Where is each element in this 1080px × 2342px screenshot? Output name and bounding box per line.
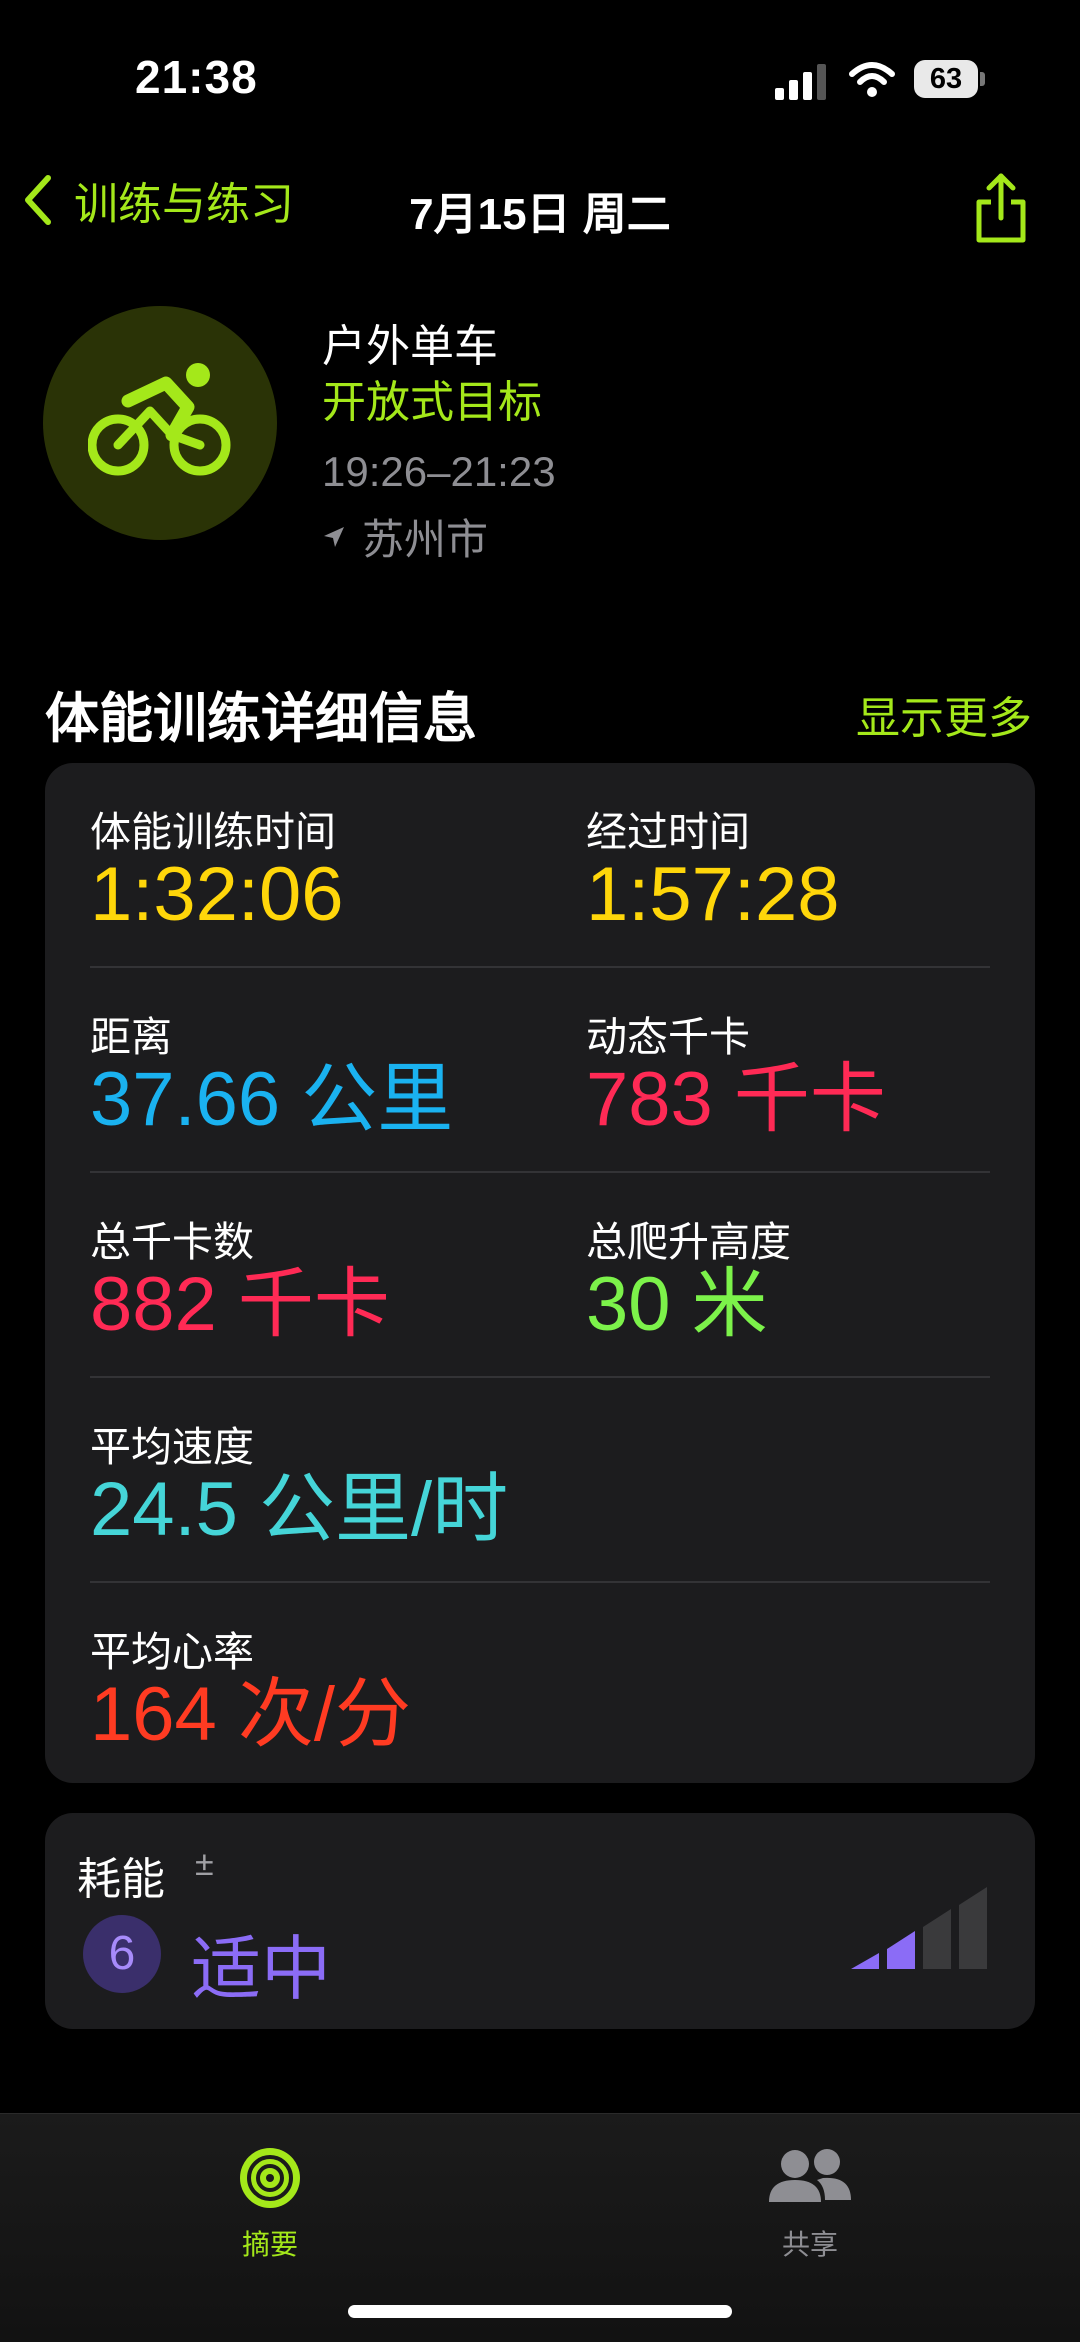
tab-summary[interactable]: 摘要 — [170, 2132, 370, 2263]
metric-label: 动态千卡 — [586, 1014, 750, 1060]
divider — [90, 1171, 990, 1173]
effort-label: 耗能 — [77, 1855, 165, 1904]
workout-type-badge — [43, 306, 277, 540]
metric-value: 783 千卡 — [586, 1057, 886, 1142]
workout-type: 户外单车 — [322, 322, 498, 371]
metric-label: 距离 — [90, 1014, 172, 1060]
metric-label: 平均速度 — [90, 1424, 254, 1470]
effort-bars-icon — [851, 1887, 987, 1969]
effort-card[interactable]: 耗能 ± 6 适中 — [45, 1813, 1035, 2029]
metric-label: 体能训练时间 — [90, 809, 336, 855]
metric-value: 882 千卡 — [90, 1262, 390, 1347]
home-indicator[interactable] — [348, 2305, 732, 2318]
battery-level: 63 — [914, 60, 978, 98]
tab-sharing[interactable]: 共享 — [710, 2132, 910, 2263]
tab-label: 共享 — [781, 2229, 838, 2260]
tab-label: 摘要 — [241, 2229, 298, 2260]
divider — [90, 1581, 990, 1583]
workout-goal: 开放式目标 — [322, 378, 542, 427]
battery-tip-icon — [980, 72, 985, 86]
location-label: 苏州市 — [362, 516, 489, 563]
effort-adjust-icon[interactable]: ± — [195, 1845, 214, 1884]
metric-label: 总爬升高度 — [586, 1219, 791, 1265]
effort-level: 适中 — [191, 1930, 331, 2008]
wifi-icon — [849, 62, 895, 97]
share-icon[interactable] — [973, 172, 1029, 244]
activity-rings-icon — [240, 2148, 300, 2208]
back-button[interactable]: 训练与练习 — [22, 168, 294, 232]
effort-score-badge: 6 — [83, 1915, 161, 1993]
metric-value: 164 次/分 — [90, 1672, 412, 1757]
show-more-link[interactable]: 显示更多 — [856, 682, 1032, 746]
metric-value: 1:32:06 — [90, 852, 344, 937]
back-label: 训练与练习 — [74, 180, 294, 229]
metric-label: 经过时间 — [586, 809, 750, 855]
section-title: 体能训练详细信息 — [45, 689, 477, 749]
people-icon — [769, 2149, 851, 2202]
divider — [90, 1376, 990, 1378]
metric-label: 平均心率 — [90, 1629, 254, 1675]
metric-label: 总千卡数 — [90, 1219, 254, 1265]
metric-value: 30 米 — [586, 1262, 768, 1347]
location-arrow-icon — [324, 526, 344, 547]
chevron-left-icon — [25, 175, 51, 225]
metric-value: 37.66 公里 — [90, 1057, 454, 1142]
divider — [90, 966, 990, 968]
metric-value: 1:57:28 — [586, 852, 840, 937]
workout-time-range: 19:26–21:23 — [322, 448, 556, 495]
cellular-signal-icon — [775, 64, 826, 100]
metric-value: 24.5 公里/时 — [90, 1467, 509, 1552]
workout-location: 苏州市 — [322, 506, 488, 567]
metrics-card: 体能训练时间 1:32:06 经过时间 1:57:28 距离 37.66 公里 … — [45, 763, 1035, 1783]
battery-indicator: 63 — [914, 60, 986, 100]
status-time: 21:38 — [135, 51, 258, 103]
cycling-icon — [88, 363, 231, 476]
